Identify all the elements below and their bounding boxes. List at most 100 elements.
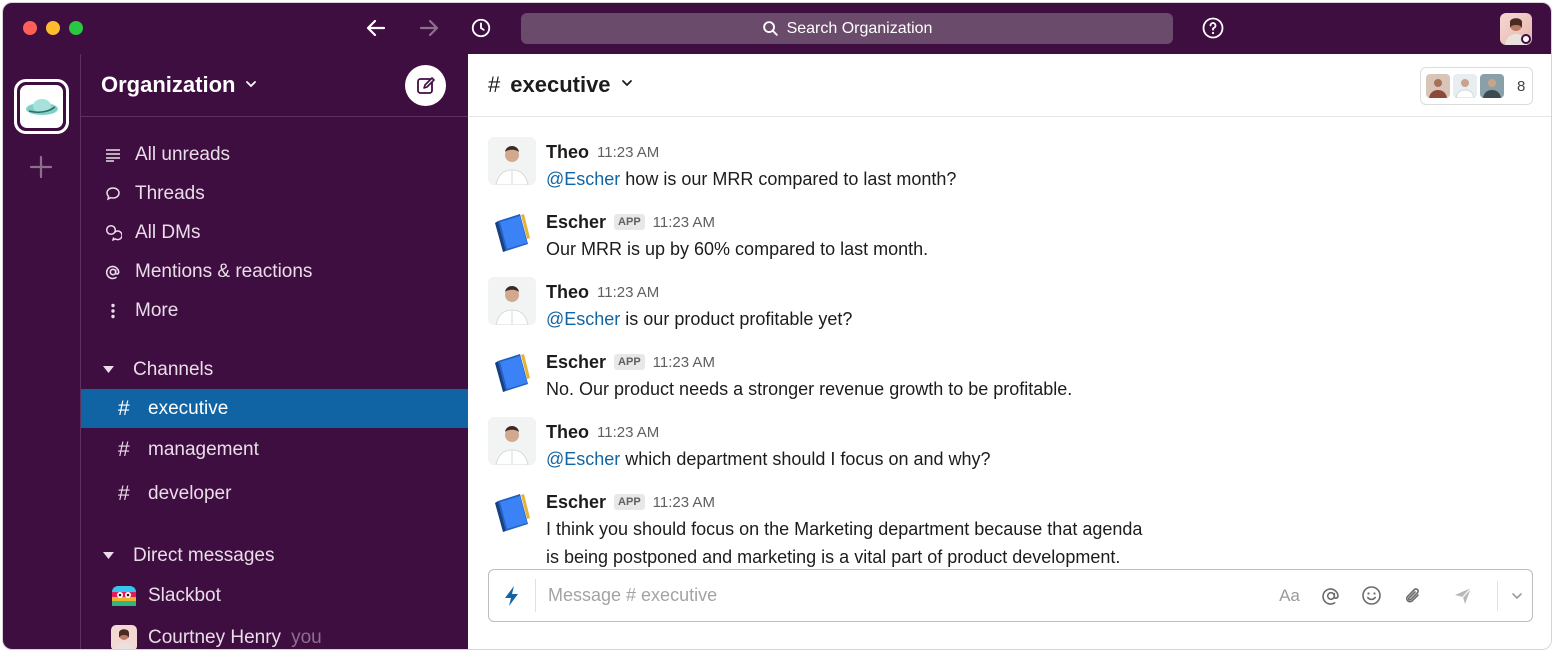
message-author[interactable]: Escher [546, 492, 606, 513]
search-bar[interactable]: Search Organization [521, 13, 1173, 44]
message-timestamp[interactable]: 11:23 AM [597, 284, 659, 301]
sidebar-item-threads[interactable]: Threads [81, 174, 468, 213]
compose-button[interactable] [405, 65, 446, 106]
minimize-window-button[interactable] [46, 21, 60, 35]
sidebar-item-all-unreads[interactable]: All unreads [81, 135, 468, 174]
dm-label: Slackbot [148, 585, 221, 606]
mention-link[interactable]: @Escher [546, 169, 620, 189]
courtney-avatar-icon [111, 625, 137, 649]
message-text: @Escher which department should I focus … [546, 445, 991, 473]
paperclip-icon [1405, 587, 1419, 602]
format-button[interactable]: Aa [1269, 570, 1310, 621]
sidebar-nav: All unreads Threads All DMs Mentions & r… [81, 117, 468, 330]
message-author[interactable]: Theo [546, 142, 589, 163]
sidebar-dm-slackbot[interactable]: Slackbot [81, 575, 468, 617]
arrow-left-icon [366, 19, 386, 37]
sidebar-item-label: All DMs [135, 221, 201, 243]
maximize-window-button[interactable] [69, 21, 83, 35]
mention-button[interactable] [1310, 570, 1351, 621]
sidebar-channel-developer[interactable]: # developer [81, 472, 468, 516]
dms-section-label: Direct messages [133, 544, 275, 566]
help-icon [1202, 17, 1224, 39]
message-line: is being postponed and marketing is a vi… [546, 547, 1121, 567]
message-item: Theo 11:23 AM @Escher how is our MRR com… [468, 137, 1551, 193]
hash-icon: # [118, 438, 130, 461]
hash-icon: # [118, 396, 130, 420]
member-avatar-icon [1426, 74, 1450, 98]
channels-section-header[interactable]: Channels [81, 350, 468, 389]
message-text: I think you should focus on the Marketin… [546, 515, 1142, 571]
dms-section-header[interactable]: Direct messages [81, 536, 468, 575]
escher-avatar-icon[interactable] [488, 487, 536, 535]
member-avatar-icon [1453, 74, 1477, 98]
message-timestamp[interactable]: 11:23 AM [653, 494, 715, 511]
organization-name[interactable]: Organization [101, 72, 235, 98]
escher-avatar-icon[interactable] [488, 207, 536, 255]
close-window-button[interactable] [23, 21, 37, 35]
app-badge: APP [614, 214, 645, 230]
sidebar-channel-executive[interactable]: # executive [81, 389, 468, 428]
plus-icon [29, 155, 53, 179]
message-item: Theo 11:23 AM @Escher is our product pro… [468, 277, 1551, 333]
back-button[interactable] [363, 15, 389, 41]
send-button[interactable] [1433, 570, 1493, 621]
theo-avatar-icon[interactable] [488, 417, 536, 465]
members-button[interactable]: 8 [1420, 67, 1533, 105]
message-item: Escher APP 11:23 AM No. Our product need… [468, 347, 1551, 403]
user-avatar[interactable] [1500, 13, 1532, 45]
shortcuts-button[interactable] [489, 579, 536, 612]
mention-link[interactable]: @Escher [546, 309, 620, 329]
help-button[interactable] [1201, 16, 1225, 40]
message-author[interactable]: Theo [546, 282, 589, 303]
member-avatar-icon [1480, 74, 1504, 98]
channel-view: # executive 8 Theo 11:23 AM @Escher how … [468, 54, 1551, 649]
message-body: is our product profitable yet? [620, 309, 853, 329]
sidebar-item-label: Mentions & reactions [135, 260, 313, 282]
message-input[interactable] [548, 585, 1248, 606]
you-tag: you [291, 627, 322, 648]
sidebar-dm-courtney-henry[interactable]: Courtney Henry you [81, 617, 468, 649]
message-item: Escher APP 11:23 AM Our MRR is up by 60%… [468, 207, 1551, 263]
workspace-logo-icon [25, 98, 58, 115]
send-options-button[interactable] [1502, 570, 1532, 621]
window-controls [23, 21, 83, 35]
sidebar-channel-management[interactable]: # management [81, 428, 468, 472]
message-list: Theo 11:23 AM @Escher how is our MRR com… [468, 117, 1551, 571]
theo-avatar-icon[interactable] [488, 277, 536, 325]
message-body: how is our MRR compared to last month? [620, 169, 957, 189]
message-author[interactable]: Escher [546, 352, 606, 373]
message-item: Escher APP 11:23 AM I think you should f… [468, 487, 1551, 571]
message-timestamp[interactable]: 11:23 AM [653, 214, 715, 231]
message-timestamp[interactable]: 11:23 AM [597, 424, 659, 441]
escher-avatar-icon[interactable] [488, 347, 536, 395]
theo-avatar-icon[interactable] [488, 137, 536, 185]
message-author[interactable]: Escher [546, 212, 606, 233]
channel-label: developer [148, 483, 232, 504]
attach-button[interactable] [1392, 570, 1433, 621]
app-badge: APP [614, 354, 645, 370]
chevron-down-icon[interactable] [245, 77, 257, 95]
history-button[interactable] [468, 15, 494, 41]
sidebar-item-all-dms[interactable]: All DMs [81, 213, 468, 252]
sidebar-item-more[interactable]: More [81, 291, 468, 330]
title-bar: Search Organization [3, 3, 1551, 54]
message-text: No. Our product needs a stronger revenue… [546, 379, 1073, 399]
workspace-switcher[interactable] [14, 79, 69, 134]
mention-link[interactable]: @Escher [546, 449, 620, 469]
message-timestamp[interactable]: 11:23 AM [597, 144, 659, 161]
emoji-button[interactable] [1351, 570, 1392, 621]
add-workspace-button[interactable] [28, 154, 54, 180]
channel-title[interactable]: executive [510, 72, 610, 98]
message-timestamp[interactable]: 11:23 AM [653, 354, 715, 371]
sidebar-item-mentions[interactable]: Mentions & reactions [81, 252, 468, 291]
send-icon [1455, 587, 1472, 604]
message-text: Our MRR is up by 60% compared to last mo… [546, 239, 929, 259]
forward-button[interactable] [416, 15, 442, 41]
composer-toolbar: Aa [1269, 570, 1532, 621]
workspace-logo [20, 85, 63, 128]
more-vertical-icon [103, 301, 123, 321]
app-window: Search Organization Organization All unr… [2, 2, 1552, 650]
chevron-down-icon[interactable] [621, 76, 633, 94]
message-author[interactable]: Theo [546, 422, 589, 443]
search-label: Search Organization [786, 19, 933, 37]
